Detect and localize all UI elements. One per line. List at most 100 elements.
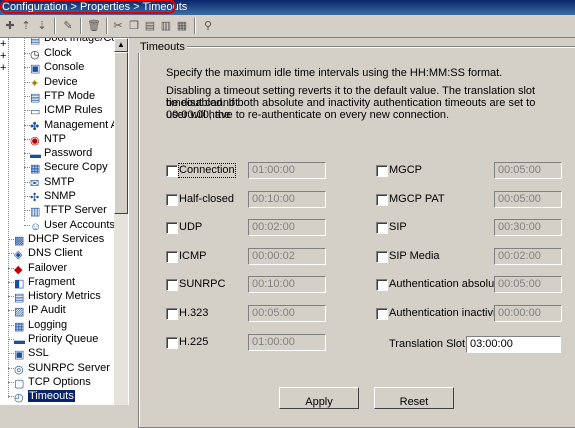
- failover-icon: ◆: [14, 263, 23, 276]
- translation-slot-label: Translation Slot:: [389, 338, 469, 350]
- tree-item-password[interactable]: ▬ Password: [30, 146, 93, 161]
- scroll-up-arrow-icon[interactable]: ▲: [114, 38, 128, 52]
- tree-item-ip-audit[interactable]: ▨ IP Audit: [14, 303, 66, 319]
- sip-checkbox[interactable]: [376, 222, 388, 235]
- tree-item-failover[interactable]: ◆ Failover: [14, 261, 68, 276]
- tree-item-label: Logging: [28, 318, 68, 331]
- sip-media-checkbox[interactable]: [376, 250, 388, 263]
- move-up-icon[interactable]: ⇡: [18, 18, 34, 34]
- tree-item-label: Priority Queue: [28, 333, 99, 345]
- tree-item-management-ac[interactable]: ✤ Management Ac: [30, 118, 114, 133]
- sip-timeout-field[interactable]: 00:30:00: [494, 219, 562, 237]
- authentication-inactivity-timeout-field[interactable]: 00:00:00: [494, 305, 562, 322]
- authentication-absolute-timeout-field[interactable]: 00:05:00: [494, 276, 562, 294]
- add-icon[interactable]: ✚: [2, 18, 18, 34]
- sip-media-timeout-field[interactable]: 00:02:00: [494, 247, 562, 265]
- icmp-timeout-field[interactable]: 00:00:02: [248, 247, 326, 265]
- logging-icon: ▦: [14, 320, 25, 333]
- tree-item-ftp-mode[interactable]: ▤ FTP Mode: [30, 89, 96, 104]
- tftp-icon: ▥: [30, 206, 41, 219]
- tree-item-label: Device: [44, 75, 78, 88]
- edit-icon[interactable]: ✎: [60, 18, 76, 34]
- ntp-icon: ◉: [30, 134, 40, 147]
- mgcp-pat-checkbox[interactable]: [376, 193, 388, 206]
- tree-item-label: TCP Options: [28, 375, 91, 388]
- tcp-icon: ▢: [14, 377, 25, 390]
- sunrpc-checkbox[interactable]: [166, 279, 178, 292]
- tree-item-snmp[interactable]: ✣ SNMP: [30, 189, 76, 204]
- ip-audit-icon: ▨: [14, 306, 25, 319]
- breadcrumb-bar: Configuration > Properties > Timeouts: [0, 0, 575, 15]
- connection-timeout-field[interactable]: 01:00:00: [248, 162, 326, 179]
- snmp-icon: ✣: [30, 192, 40, 204]
- tree-item-label: DNS Client: [28, 247, 83, 260]
- user-accounts-icon: ☺: [30, 220, 42, 233]
- secure-copy-icon: ▦: [30, 163, 41, 176]
- mgcp-checkbox[interactable]: [376, 165, 388, 177]
- tree-item-dhcp-services[interactable]: ▩ DHCP Services: [14, 232, 104, 247]
- tree-item-icmp-rules[interactable]: ▭ ICMP Rules: [30, 103, 102, 118]
- tree-item-dns-client[interactable]: ◈ DNS Client: [14, 246, 83, 261]
- paste-multiple-icon[interactable]: ▦: [174, 18, 190, 34]
- tree-item-clock[interactable]: ◷ Clock: [30, 46, 72, 61]
- tree-item-logging[interactable]: ▦ Logging: [14, 318, 68, 333]
- half-closed-label: Half-closed: [179, 192, 235, 205]
- tree-item-label: FTP Mode: [44, 89, 96, 102]
- tree-item-user-accounts[interactable]: ☺ User Accounts: [30, 218, 114, 233]
- tree-item-device[interactable]: ✦ Device: [30, 75, 78, 90]
- tree-item-console[interactable]: ▣ Console: [30, 60, 84, 75]
- tree-item-priority-queue[interactable]: ▬ Priority Queue: [14, 332, 99, 347]
- paste-icon[interactable]: ▤: [142, 18, 158, 34]
- half-closed-timeout-field[interactable]: 00:10:00: [248, 190, 326, 208]
- sunrpc-timeout-field[interactable]: 00:10:00: [248, 276, 326, 294]
- navigation-tree: ▤Boot Image/Con◷Clock▣Console✦Device▤FTP…: [0, 38, 114, 405]
- tree-item-label: Secure Copy: [44, 161, 108, 174]
- tree-item-tftp-server[interactable]: ▥ TFTP Server: [30, 203, 107, 219]
- translation-slot-field[interactable]: 03:00:00: [466, 336, 561, 353]
- h-323-checkbox[interactable]: [166, 308, 178, 320]
- history-icon: ▤: [14, 292, 25, 305]
- tree-item-ssl[interactable]: ▣ SSL: [14, 346, 49, 361]
- mgcp-pat-timeout-field[interactable]: 00:05:00: [494, 190, 562, 208]
- scrollbar-thumb[interactable]: [114, 52, 128, 214]
- tree-item-label: Fragment: [28, 275, 76, 288]
- tree-item-fragment[interactable]: ◧ Fragment: [14, 275, 76, 290]
- tree-item-label: Failover: [28, 261, 68, 274]
- copy-icon[interactable]: ❐: [126, 18, 142, 34]
- management-icon: ✤: [30, 120, 40, 133]
- apply-button[interactable]: Apply: [279, 387, 359, 409]
- half-closed-checkbox[interactable]: [166, 193, 178, 206]
- cut-icon[interactable]: ✂: [110, 18, 126, 34]
- paste-special-icon[interactable]: ▥: [158, 18, 174, 34]
- icmp-checkbox[interactable]: [166, 250, 178, 263]
- tree-scrollbar[interactable]: ▲: [114, 38, 128, 405]
- tree-item-timeouts[interactable]: ◴ Timeouts: [14, 389, 75, 404]
- udp-timeout-field[interactable]: 00:02:00: [248, 219, 326, 237]
- tree-item-sunrpc-server[interactable]: ◎ SUNRPC Server: [14, 361, 110, 376]
- find-icon[interactable]: ⚲: [200, 18, 216, 34]
- tree-item-label: SNMP: [44, 190, 76, 202]
- mgcp-timeout-field[interactable]: 00:05:00: [494, 162, 562, 179]
- note-line-3: user will have to re-authenticate on eve…: [166, 109, 450, 121]
- h-225-checkbox[interactable]: [166, 336, 178, 349]
- tree-item-label: Management Ac: [44, 118, 114, 131]
- tree-item-history-metrics[interactable]: ▤ History Metrics: [14, 289, 101, 305]
- tree-item-secure-copy[interactable]: ▦ Secure Copy: [30, 160, 108, 176]
- h-323-timeout-field[interactable]: 00:05:00: [248, 305, 326, 322]
- udp-checkbox[interactable]: [166, 222, 178, 235]
- move-down-icon[interactable]: ⇣: [34, 18, 50, 34]
- reset-button[interactable]: Reset: [374, 387, 454, 409]
- connection-checkbox[interactable]: [166, 165, 178, 177]
- tree-item-tcp-options[interactable]: ▢ TCP Options: [14, 375, 91, 390]
- tree-item-label: SUNRPC Server: [28, 361, 110, 374]
- h-225-timeout-field[interactable]: 01:00:00: [248, 333, 326, 351]
- tree-item-ntp[interactable]: ◉ NTP: [30, 132, 66, 147]
- toolbar: ✚ ⇡ ⇣ ✎ 🗑 ✂ ❐ ▤ ▥ ▦ ⚲: [0, 15, 575, 38]
- authentication-inactivity-checkbox[interactable]: [376, 308, 388, 320]
- tree-item-label: Password: [44, 147, 93, 160]
- clock-icon: ◷: [30, 49, 40, 61]
- tree-item-smtp[interactable]: ✉ SMTP: [30, 175, 75, 190]
- authentication-absolute-checkbox[interactable]: [376, 279, 388, 292]
- delete-icon[interactable]: 🗑: [86, 18, 102, 34]
- tree-item-label: User Accounts: [44, 218, 114, 231]
